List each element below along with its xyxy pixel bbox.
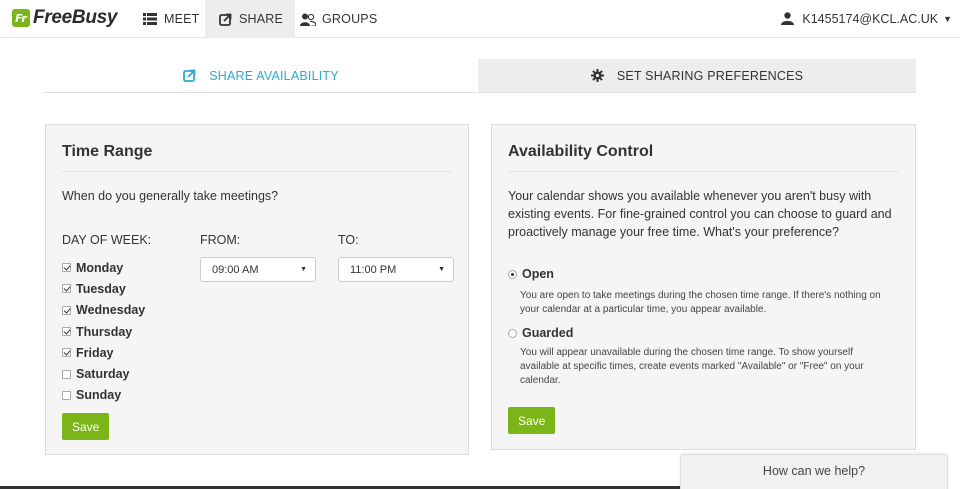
day-label: Tuesday <box>76 281 126 296</box>
radio-label: Open <box>522 267 554 281</box>
checkbox[interactable] <box>62 305 71 315</box>
day-checkbox-friday[interactable]: Friday <box>62 342 145 363</box>
share-icon <box>183 69 197 83</box>
nav-tab-meet[interactable]: MEET <box>130 0 212 38</box>
save-time-range-button[interactable]: Save <box>62 413 110 440</box>
nav-tab-label: MEET <box>164 12 200 26</box>
to-time-select[interactable]: 11:00 PM ▼ <box>338 257 454 282</box>
chevron-down-icon: ▼ <box>300 266 307 273</box>
users-icon <box>300 12 316 26</box>
top-navbar: Fr FreeBusy MEET SHARE GROUPS K1455174@K… <box>0 0 960 38</box>
checkbox[interactable] <box>62 263 71 273</box>
checkbox[interactable] <box>62 348 71 358</box>
day-label: Friday <box>76 345 114 360</box>
radio-button[interactable] <box>508 269 517 279</box>
radio-open[interactable]: Open <box>508 267 554 281</box>
from-label: FROM: <box>200 233 241 247</box>
nav-tab-share[interactable]: SHARE <box>205 0 296 38</box>
user-icon <box>781 12 795 26</box>
radio-guarded-description: You will appear unavailable during the c… <box>520 347 864 386</box>
day-checkbox-saturday[interactable]: Saturday <box>62 363 145 384</box>
nav-tab-label: GROUPS <box>322 12 378 26</box>
radio-open-description: You are open to take meetings during the… <box>520 290 881 315</box>
radio-label: Guarded <box>522 326 574 340</box>
divider <box>508 171 899 172</box>
day-checkbox-thursday[interactable]: Thursday <box>62 321 145 342</box>
logo-text: FreeBusy <box>33 7 118 28</box>
select-value: 09:00 AM <box>212 263 259 276</box>
panel-title: Time Range <box>62 143 153 160</box>
tab-label: SET SHARING PREFERENCES <box>616 68 804 83</box>
save-availability-button[interactable]: Save <box>508 407 556 434</box>
nav-tab-groups[interactable]: GROUPS <box>288 0 389 38</box>
chevron-down-icon: ▼ <box>438 266 445 273</box>
tab-set-sharing-preferences[interactable]: SET SHARING PREFERENCES <box>478 59 916 93</box>
tab-label: SHARE AVAILABILITY <box>209 68 339 83</box>
help-label: How can we help? <box>762 464 866 478</box>
days-list: Monday Tuesday Wednesday Thursday Friday… <box>62 257 145 406</box>
day-label: Monday <box>76 260 124 275</box>
day-label: Thursday <box>76 324 133 339</box>
nav-tab-label: SHARE <box>239 12 284 26</box>
day-checkbox-tuesday[interactable]: Tuesday <box>62 278 145 299</box>
list-icon <box>142 12 158 26</box>
day-checkbox-wednesday[interactable]: Wednesday <box>62 300 145 321</box>
day-of-week-label: DAY OF WEEK: <box>62 233 152 247</box>
share-icon <box>217 12 233 26</box>
availability-description: Your calendar shows you available whenev… <box>508 189 892 239</box>
select-value: 11:00 PM <box>350 263 397 276</box>
day-checkbox-sunday[interactable]: Sunday <box>62 385 145 406</box>
availability-control-panel: Availability Control Your calendar shows… <box>491 124 916 450</box>
checkbox[interactable] <box>62 327 71 337</box>
tab-share-availability[interactable]: SHARE AVAILABILITY <box>45 59 477 93</box>
freebusy-logo[interactable]: Fr FreeBusy <box>12 7 118 29</box>
radio-guarded[interactable]: Guarded <box>508 326 573 340</box>
from-time-select[interactable]: 09:00 AM ▼ <box>200 257 316 282</box>
radio-button[interactable] <box>508 328 517 338</box>
day-checkbox-monday[interactable]: Monday <box>62 257 145 278</box>
gear-icon <box>590 68 605 83</box>
divider <box>62 171 452 172</box>
checkbox[interactable] <box>62 369 71 379</box>
checkbox[interactable] <box>62 284 71 294</box>
checkbox[interactable] <box>62 390 71 400</box>
day-label: Sunday <box>76 388 122 403</box>
time-range-question: When do you generally take meetings? <box>62 189 279 203</box>
panel-title: Availability Control <box>508 143 654 160</box>
chevron-down-icon: ▼ <box>943 14 952 24</box>
logo-badge: Fr <box>12 9 30 27</box>
user-menu[interactable]: K1455174@KCL.AC.UK ▼ <box>781 0 952 38</box>
user-email: K1455174@KCL.AC.UK <box>802 12 939 26</box>
time-range-panel: Time Range When do you generally take me… <box>45 124 469 455</box>
day-label: Wednesday <box>76 303 146 318</box>
to-label: TO: <box>338 233 359 247</box>
help-chat-widget[interactable]: How can we help? <box>680 454 948 489</box>
day-label: Saturday <box>76 367 130 382</box>
